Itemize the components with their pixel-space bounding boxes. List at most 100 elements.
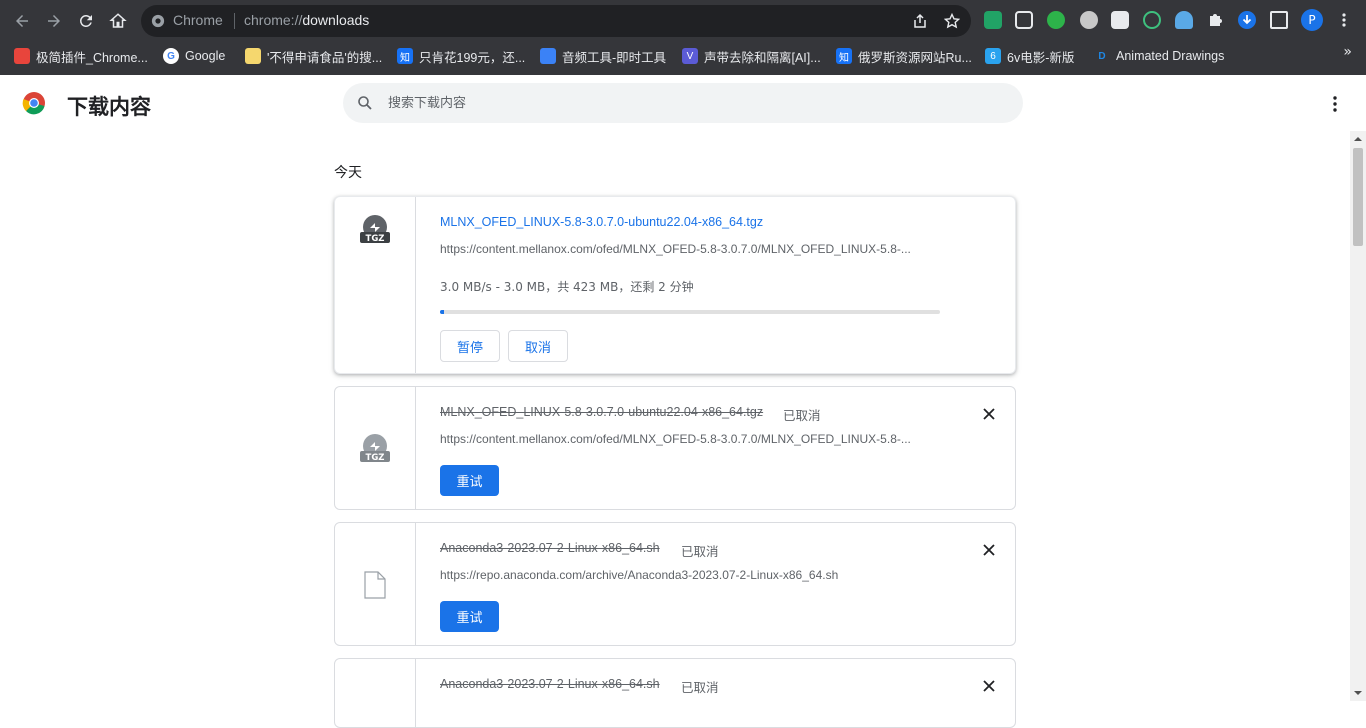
search-box[interactable] <box>343 83 1023 123</box>
omnibox-url: chrome://downloads <box>244 12 369 28</box>
bookmark-item[interactable]: '不得申请食品'的搜... <box>245 42 382 70</box>
arrow-left-icon <box>16 15 28 27</box>
bookmark-favicon-icon <box>245 48 261 64</box>
bookmark-item[interactable]: 6 6v电影-新版 <box>985 42 1074 70</box>
cancelled-status: 已取消 <box>681 680 719 695</box>
google-icon: G <box>163 48 179 64</box>
glasses-extension-icon[interactable] <box>1015 11 1033 29</box>
scroll-down-arrow-icon[interactable] <box>1354 689 1362 697</box>
bookmarks-overflow-icon[interactable]: » <box>1343 44 1352 60</box>
chat-extension-icon[interactable] <box>1143 11 1161 29</box>
file-type-label: TGZ <box>366 453 385 463</box>
bookmark-item[interactable]: V 声带去除和隔离[AI]... <box>682 42 821 70</box>
remove-from-list-icon[interactable] <box>981 406 997 422</box>
reload-icon <box>79 14 92 27</box>
mouse-extension-icon[interactable] <box>1080 11 1098 29</box>
reload-button[interactable] <box>75 10 97 32</box>
zhihu-icon: 知 <box>836 48 852 64</box>
download-progress-bar <box>440 310 940 314</box>
omnibox-brand: Chrome <box>173 12 223 28</box>
file-icon-column <box>335 659 416 727</box>
scrollbar-thumb[interactable] <box>1353 148 1363 246</box>
home-icon <box>109 13 127 28</box>
download-card-cancelled: Anaconda3-2023.07-2-Linux-x86_64.sh 已取消 … <box>334 522 1016 646</box>
more-actions-icon[interactable] <box>1332 95 1338 113</box>
umbrella-extension-icon[interactable] <box>1175 11 1193 29</box>
home-button[interactable] <box>107 10 129 32</box>
bookmark-item[interactable]: G Google <box>163 42 225 70</box>
archive-file-icon: TGZ <box>360 434 390 463</box>
download-progress-fill <box>440 310 444 314</box>
back-button[interactable] <box>11 10 33 32</box>
scroll-up-arrow-icon[interactable] <box>1354 135 1362 143</box>
browser-toolbar: Chrome chrome://downloads P <box>0 0 1366 42</box>
bookmark-label: 音频工具-即时工具 <box>562 50 667 65</box>
page-header: 下载内容 <box>0 75 1366 131</box>
download-source-url[interactable]: https://content.mellanox.com/ofed/MLNX_O… <box>440 432 911 446</box>
shield-extension-icon[interactable] <box>984 11 1002 29</box>
download-card-active: TGZ MLNX_OFED_LINUX-5.8-3.0.7.0-ubuntu22… <box>334 196 1016 374</box>
cancel-button[interactable]: 取消 <box>508 330 568 362</box>
cancelled-status: 已取消 <box>681 544 719 559</box>
bookmark-item[interactable]: 知只肯花199元，还... <box>397 42 525 70</box>
search-input[interactable] <box>388 92 988 114</box>
browser-menu-icon[interactable] <box>1336 11 1352 29</box>
page-scrollbar[interactable] <box>1350 131 1366 701</box>
bookmark-label: 6v电影-新版 <box>1007 50 1075 65</box>
file-icon-column: TGZ <box>335 197 416 373</box>
chrome-logo-icon <box>22 92 45 115</box>
remove-from-list-icon[interactable] <box>981 542 997 558</box>
zhihu-icon: 知 <box>397 48 413 64</box>
chrome-site-icon <box>151 14 165 28</box>
bookmarks-bar: 极简插件_Chrome... G Google '不得申请食品'的搜... 知只肯… <box>0 42 1366 70</box>
bookmark-star-icon[interactable] <box>943 12 961 30</box>
retry-button[interactable]: 重试 <box>440 465 499 496</box>
download-card-cancelled: Anaconda3-2023.07-2-Linux-x86_64.sh 已取消 <box>334 658 1016 728</box>
bookmark-favicon-icon <box>14 48 30 64</box>
bookmark-label: 声带去除和隔离[AI]... <box>704 50 821 65</box>
cancelled-status: 已取消 <box>783 408 821 423</box>
remove-from-list-icon[interactable] <box>981 678 997 694</box>
movie-site-icon: 6 <box>985 48 1001 64</box>
download-progress-text: 3.0 MB/s - 3.0 MB，共 423 MB，还剩 2 分钟 <box>440 280 694 294</box>
omnibox-divider <box>234 13 235 29</box>
bookmark-label: 俄罗斯资源网站Ru... <box>858 50 972 65</box>
download-filename: MLNX_OFED_LINUX-5.8-3.0.7.0-ubuntu22.04-… <box>440 405 764 419</box>
download-filename-link[interactable]: MLNX_OFED_LINUX-5.8-3.0.7.0-ubuntu22.04-… <box>440 215 763 229</box>
profile-avatar[interactable]: P <box>1301 9 1323 31</box>
download-indicator-icon[interactable] <box>1238 11 1256 29</box>
browser-chrome: Chrome chrome://downloads P 极简插件_Chrome.… <box>0 0 1366 75</box>
page-title: 下载内容 <box>67 95 151 119</box>
bookmark-item[interactable]: 极简插件_Chrome... <box>14 42 148 70</box>
forward-button[interactable] <box>43 10 65 32</box>
url-host: downloads <box>302 12 370 28</box>
im-extension-icon[interactable] <box>1047 11 1065 29</box>
file-icon-column: TGZ <box>335 387 416 509</box>
download-source-url[interactable]: https://content.mellanox.com/ofed/MLNX_O… <box>440 242 911 256</box>
search-icon <box>358 96 372 110</box>
url-scheme: chrome:// <box>244 12 303 28</box>
bookmark-item[interactable]: 知俄罗斯资源网站Ru... <box>836 42 972 70</box>
bookmark-label: Google <box>185 49 226 63</box>
side-panel-icon[interactable] <box>1270 11 1288 29</box>
file-icon-column <box>335 523 416 645</box>
pause-button[interactable]: 暂停 <box>440 330 500 362</box>
archive-file-icon: TGZ <box>360 215 390 244</box>
file-type-label: TGZ <box>366 234 385 244</box>
print-extension-icon[interactable] <box>1111 11 1129 29</box>
downloads-page: 下载内容 今天 TGZ MLNX_OFED_LINUX-5.8-3.0.7.0-… <box>0 75 1366 728</box>
retry-button[interactable]: 重试 <box>440 601 499 632</box>
audio-tool-icon <box>540 48 556 64</box>
share-icon[interactable] <box>911 12 929 30</box>
bookmark-label: 只肯花199元，还... <box>419 50 526 65</box>
address-bar[interactable]: Chrome chrome://downloads <box>141 5 971 37</box>
bookmark-label: '不得申请食品'的搜... <box>267 50 383 65</box>
bookmark-item[interactable]: D Animated Drawings <box>1094 42 1224 70</box>
download-filename: Anaconda3-2023.07-2-Linux-x86_64.sh <box>440 541 660 555</box>
omnibox-actions <box>911 12 961 30</box>
puzzle-extensions-icon[interactable] <box>1207 11 1225 29</box>
date-section-label: 今天 <box>334 165 362 181</box>
bookmark-label: 极简插件_Chrome... <box>36 50 148 65</box>
download-source-url[interactable]: https://repo.anaconda.com/archive/Anacon… <box>440 568 838 582</box>
bookmark-item[interactable]: 音频工具-即时工具 <box>540 42 666 70</box>
